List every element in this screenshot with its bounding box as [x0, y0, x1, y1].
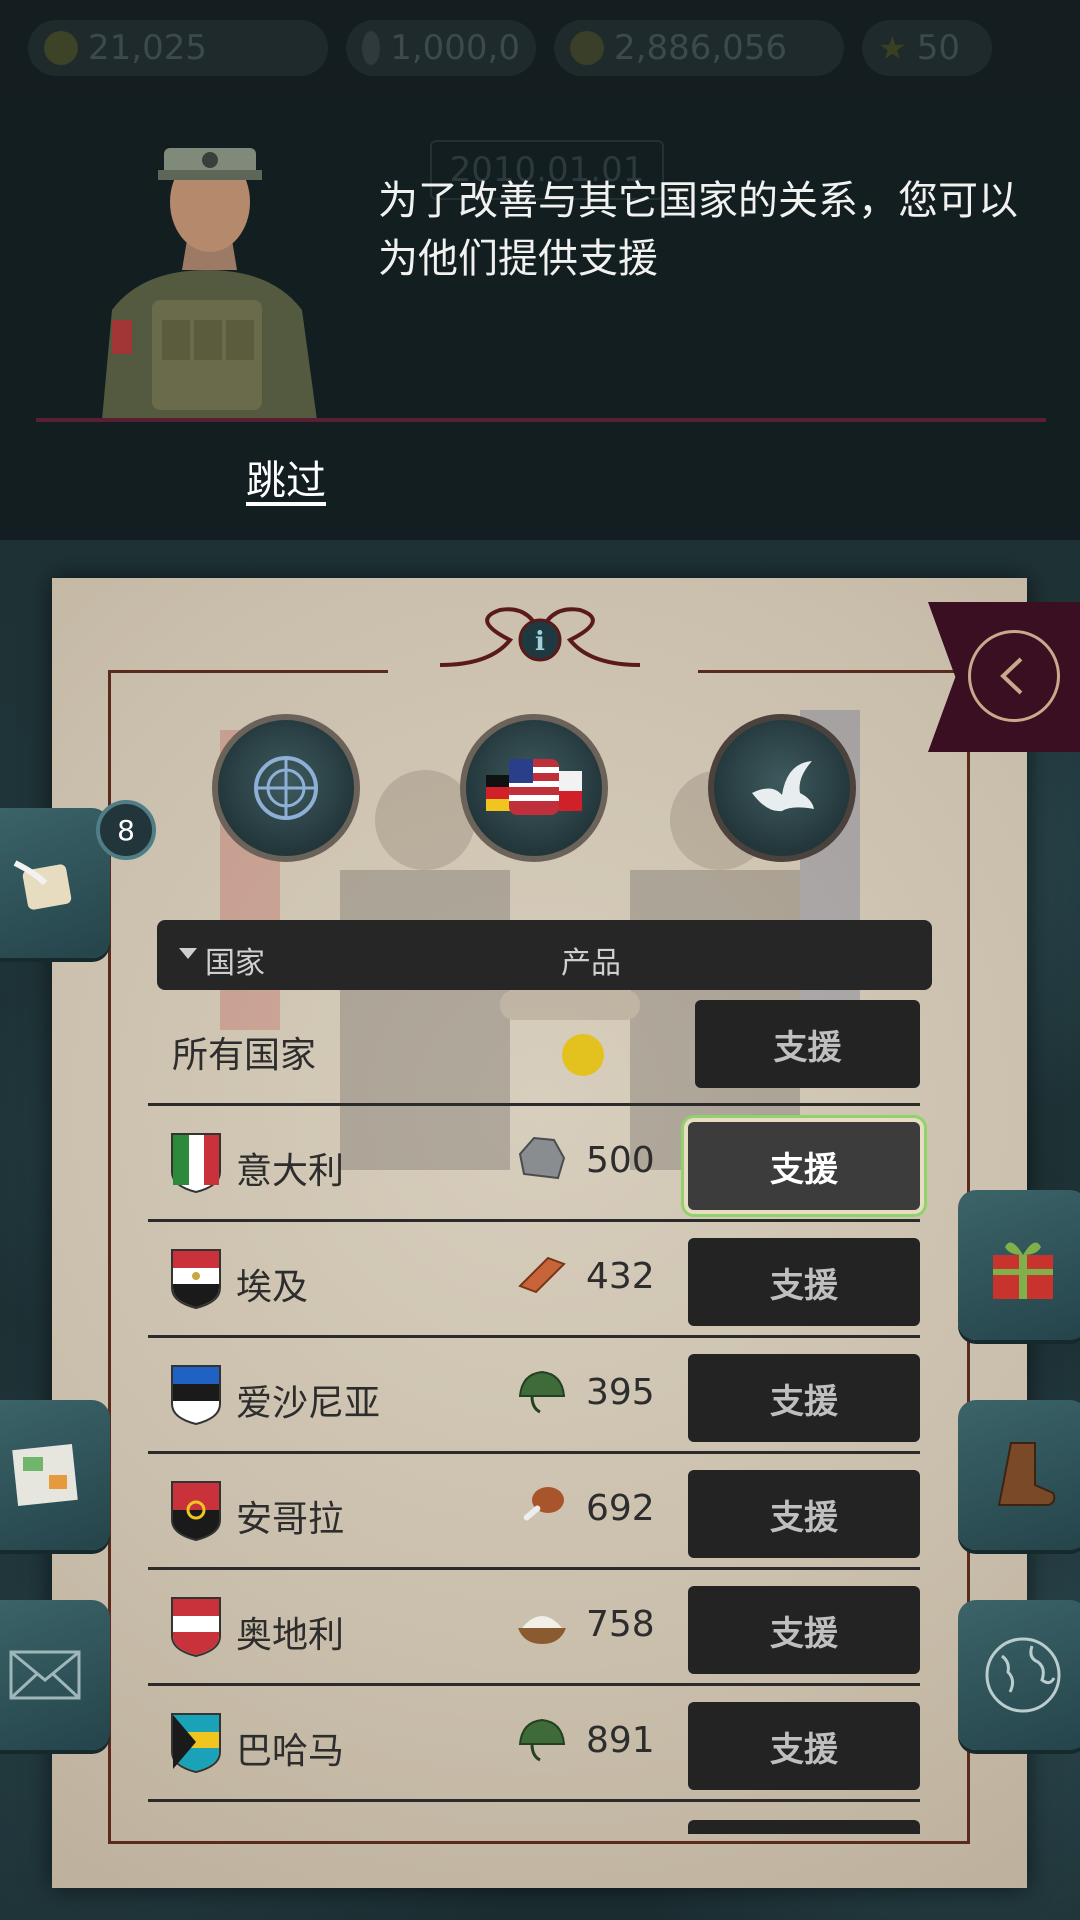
product-quantity: 891 — [586, 1720, 655, 1761]
tab-united-nations[interactable] — [212, 714, 360, 862]
table-row: 巴哈马 891 支援 — [148, 1686, 920, 1802]
flag-angola-icon — [171, 1481, 221, 1542]
back-button[interactable] — [968, 630, 1060, 722]
world-map-button[interactable] — [958, 1600, 1080, 1750]
un-emblem-icon — [254, 756, 318, 820]
scroll-quill-icon — [13, 860, 72, 910]
allies-flags-icon — [486, 759, 582, 815]
support-button-partial — [688, 1820, 920, 1834]
notes-badge: 8 — [96, 800, 156, 860]
support-button[interactable]: 支援 — [688, 1122, 920, 1210]
product-quantity: 432 — [586, 1256, 655, 1297]
all-countries-row: 所有国家 支援 — [148, 990, 920, 1106]
gift-icon — [993, 1242, 1053, 1299]
diamond-counter[interactable]: 1,000,0 — [346, 20, 536, 76]
support-button[interactable]: 支援 — [688, 1586, 920, 1674]
stone-icon — [518, 1136, 566, 1180]
support-button[interactable]: 支援 — [688, 1702, 920, 1790]
brick-icon — [518, 1256, 566, 1294]
column-product: 产品 — [561, 946, 621, 981]
star-counter[interactable]: ★ 50 — [862, 20, 992, 76]
notes-scroll-button[interactable] — [0, 808, 110, 958]
gold-counter[interactable]: 21,025 — [28, 20, 328, 76]
all-countries-label: 所有国家 — [172, 1035, 317, 1076]
mail-button[interactable] — [0, 1600, 110, 1750]
country-name: 巴哈马 — [236, 1731, 345, 1772]
support-button[interactable]: 支援 — [688, 1238, 920, 1326]
frame-line-right — [698, 670, 970, 673]
gold-coin-icon — [562, 1034, 604, 1076]
boot-icon — [997, 1442, 1056, 1506]
helmet-icon — [518, 1370, 566, 1414]
column-country[interactable]: 国家 — [205, 938, 265, 982]
helmet-icon — [518, 1718, 566, 1762]
mail-icon — [9, 1650, 81, 1700]
product-quantity: 500 — [586, 1140, 655, 1181]
info-knot-ornament: i — [439, 607, 641, 667]
tutorial-message: 为了改善与其它国家的关系，您可以为他们提供支援 — [378, 178, 1018, 282]
flag-egypt-icon — [171, 1249, 221, 1310]
news-button[interactable] — [0, 1400, 110, 1550]
chevron-left-icon — [1000, 657, 1023, 695]
support-all-button[interactable]: 支援 — [695, 1000, 920, 1088]
country-name: 意大利 — [236, 1151, 345, 1192]
gold-coin-icon — [44, 31, 78, 65]
table-row: 爱沙尼亚 395 支援 — [148, 1338, 920, 1454]
star-icon: ★ — [878, 29, 907, 67]
population-counter[interactable]: 2,886,056 — [554, 20, 844, 76]
flag-bahamas-icon — [171, 1713, 221, 1774]
skip-button[interactable]: 跳过 — [246, 448, 326, 506]
table-row: 奥地利 758 支援 — [148, 1570, 920, 1686]
gift-button[interactable] — [958, 1190, 1080, 1340]
army-button[interactable] — [958, 1400, 1080, 1550]
flag-italy-icon — [171, 1133, 221, 1194]
population-icon — [570, 31, 604, 65]
table-row: 意大利 500 支援 — [148, 1106, 920, 1222]
flour-icon — [518, 1616, 566, 1644]
svg-text:i: i — [535, 627, 545, 657]
table-header: 国家 产品 — [157, 920, 932, 990]
product-quantity: 758 — [586, 1604, 655, 1645]
product-quantity: 692 — [586, 1488, 655, 1529]
globe-icon — [985, 1637, 1061, 1713]
flag-estonia-icon — [171, 1365, 221, 1426]
advisor-soldier-portrait — [102, 148, 317, 420]
frame-line-left — [108, 670, 388, 673]
table-row: 埃及 432 支援 — [148, 1222, 920, 1338]
tutorial-divider — [36, 418, 1046, 422]
country-name: 爱沙尼亚 — [236, 1383, 381, 1424]
flag-austria-icon — [171, 1597, 221, 1658]
meat-icon — [523, 1487, 564, 1521]
product-quantity: 395 — [586, 1372, 655, 1413]
country-name: 安哥拉 — [236, 1499, 345, 1540]
support-button[interactable]: 支援 — [688, 1354, 920, 1442]
resource-bar: 21,025 1,000,0 2,886,056 ★ 50 — [0, 0, 1080, 96]
country-name: 奥地利 — [236, 1615, 345, 1656]
diamond-icon — [362, 31, 381, 65]
newspaper-icon — [12, 1444, 78, 1506]
country-name: 埃及 — [236, 1267, 309, 1308]
sort-caret-icon[interactable] — [179, 948, 197, 959]
support-button[interactable]: 支援 — [688, 1470, 920, 1558]
table-row: 安哥拉 692 支援 — [148, 1454, 920, 1570]
dove-peace-icon — [752, 761, 814, 812]
tab-alliances[interactable] — [460, 714, 608, 862]
tab-peace-aid[interactable] — [708, 714, 856, 862]
